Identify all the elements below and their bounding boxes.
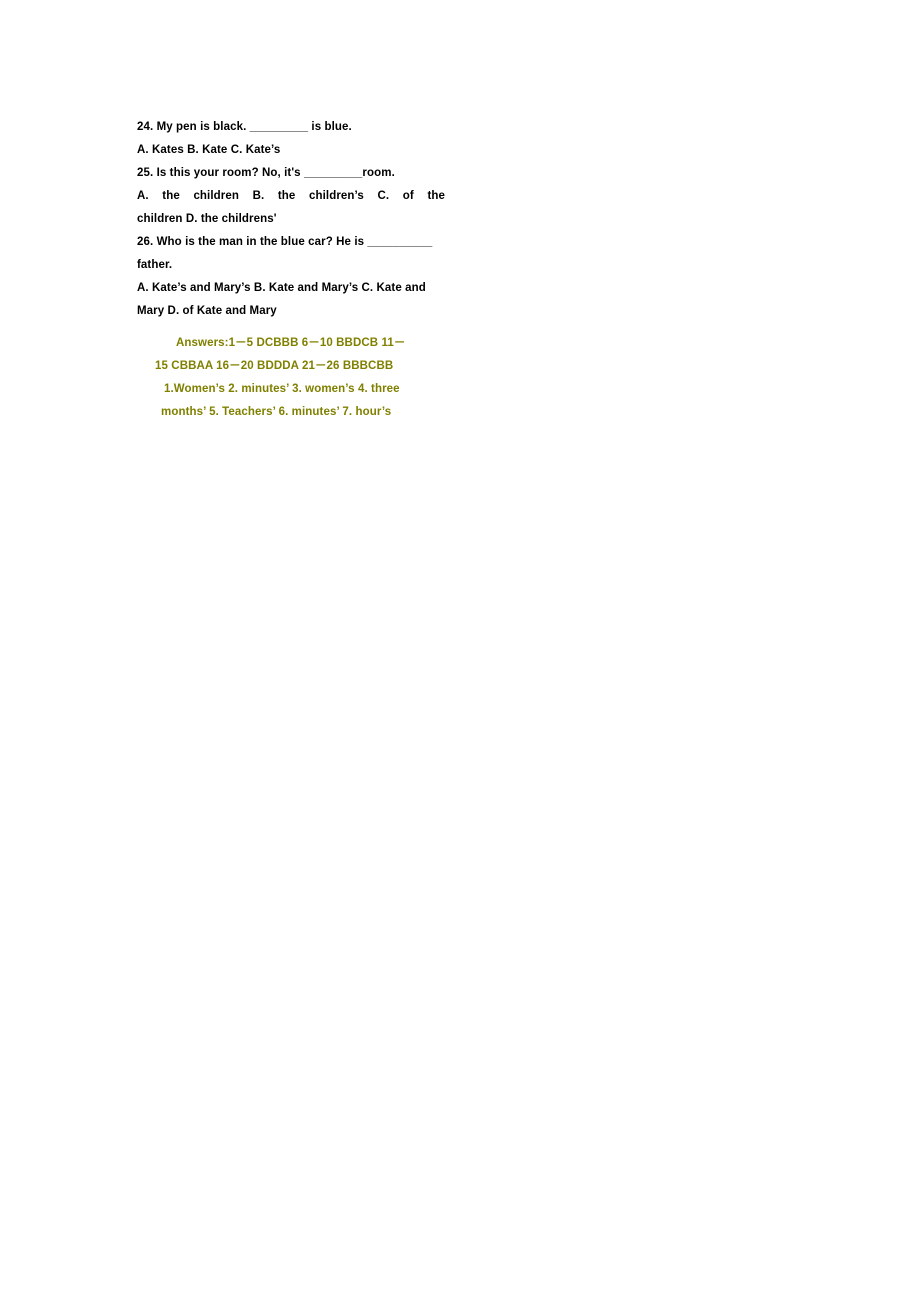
question-25-stem: 25. Is this your room? No, it's ________…: [137, 167, 395, 179]
worksheet-content: 24. My pen is black. _________ is blue. …: [137, 116, 445, 424]
answer-key-mc-line-1: Answers:1－5 DCBBB 6－10 BBDCB 11－: [176, 337, 406, 349]
answer-key-fill-line-1: 1.Women’s 2. minutes’ 3. women’s 4. thre…: [164, 383, 400, 395]
question-26-options-line-2: Mary D. of Kate and Mary: [137, 305, 277, 317]
question-26-stem: 26. Who is the man in the blue car? He i…: [137, 236, 433, 248]
question-25-options-line-1: A. the children B. the children’s C. of …: [137, 190, 445, 202]
question-26-options-line-1: A. Kate’s and Mary’s B. Kate and Mary’s …: [137, 282, 426, 294]
question-24-options: A. Kates B. Kate C. Kate’s: [137, 144, 281, 156]
question-24-stem: 24. My pen is black. _________ is blue.: [137, 121, 352, 133]
question-25-options-line-2: children D. the childrens': [137, 213, 277, 225]
answer-key-fill-line-2: months’ 5. Teachers’ 6. minutes’ 7. hour…: [161, 406, 392, 418]
worksheet-page: 24. My pen is black. _________ is blue. …: [0, 0, 920, 1302]
question-26-stem-continuation: father.: [137, 259, 173, 271]
answer-key-mc-line-2: 15 CBBAA 16－20 BDDDA 21－26 BBBCBB: [155, 360, 394, 372]
answer-key-block: Answers:1－5 DCBBB 6－10 BBDCB 11－ 15 CBBA…: [137, 332, 445, 424]
